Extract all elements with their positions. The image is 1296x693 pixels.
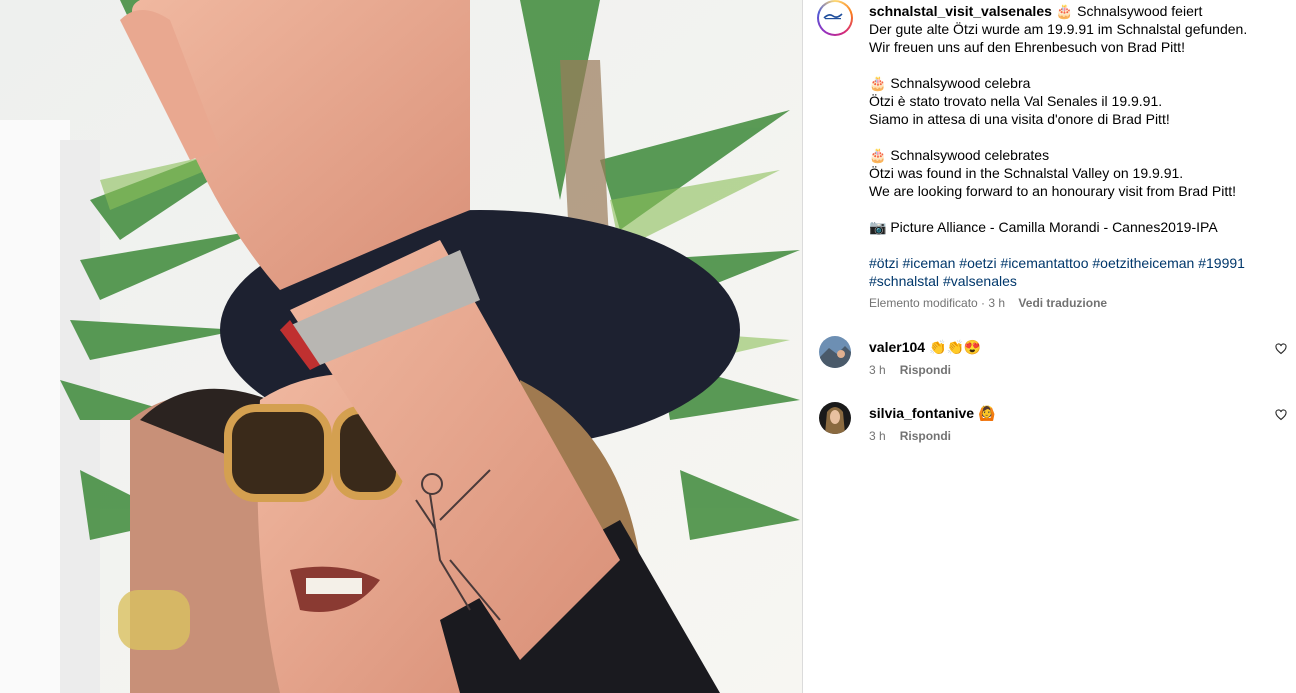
post-caption: schnalstal_visit_valsenales 🎂 Schnalsywo…	[869, 2, 1279, 290]
comment-username[interactable]: silvia_fontanive	[869, 405, 974, 421]
caption-line: Wir freuen uns auf den Ehrenbesuch von B…	[869, 39, 1185, 55]
comment-time: 3 h	[869, 429, 886, 443]
caption-line: Ötzi è stato trovato nella Val Senales i…	[869, 93, 1163, 109]
caption-line: We are looking forward to an honourary v…	[869, 183, 1237, 199]
caption-line: 🎂 Schnalsywood celebra	[869, 75, 1031, 91]
caption-line: Ötzi was found in the Schnalstal Valley …	[869, 165, 1184, 181]
heart-outline-icon[interactable]	[1275, 409, 1287, 421]
see-translation-button[interactable]: Vedi traduzione	[1018, 296, 1107, 310]
caption-line: Der gute alte Ötzi wurde am 19.9.91 im S…	[869, 21, 1248, 37]
heart-outline-icon[interactable]	[1275, 343, 1287, 355]
comment-item: valer104 👏👏😍 3 h Rispondi	[817, 336, 1287, 384]
hashtags-row: #schnalstal #valsenales	[869, 272, 1279, 290]
cake-emoji: 🎂	[1055, 3, 1074, 19]
comment-item: silvia_fontanive 🙆 3 h Rispondi	[817, 402, 1287, 450]
hashtag-link[interactable]: #oetzitheiceman	[1092, 255, 1194, 271]
author-avatar[interactable]	[817, 0, 853, 36]
avatar-landscape-icon	[819, 336, 851, 368]
author-username[interactable]: schnalstal_visit_valsenales	[869, 3, 1052, 19]
caption-line: 📷 Picture Alliance - Camilla Morandi - C…	[869, 219, 1218, 235]
post-image-illustration	[0, 0, 802, 693]
comment-time: 3 h	[869, 363, 886, 377]
comment-username[interactable]: valer104	[869, 339, 925, 355]
reply-button[interactable]: Rispondi	[900, 429, 951, 443]
edited-timestamp: Elemento modificato · 3 h	[869, 296, 1006, 310]
hashtag-link[interactable]: #19991	[1198, 255, 1245, 271]
instagram-post-view: schnalstal_visit_valsenales 🎂 Schnalsywo…	[0, 0, 1296, 693]
hashtag-link[interactable]: #iceman	[902, 255, 955, 271]
post-side-panel: schnalstal_visit_valsenales 🎂 Schnalsywo…	[803, 0, 1296, 693]
avatar-person-icon	[819, 402, 851, 434]
caption-line: Schnalsywood feiert	[1077, 3, 1203, 19]
commenter-avatar[interactable]	[819, 336, 851, 368]
commenter-avatar[interactable]	[819, 402, 851, 434]
hashtags-row: #ötzi #iceman #oetzi #icemantattoo #oetz…	[869, 254, 1279, 272]
reply-button[interactable]: Rispondi	[900, 363, 951, 377]
comment-text: 👏👏😍	[929, 339, 982, 355]
caption-line: Siamo in attesa di una visita d'onore di…	[869, 111, 1170, 127]
post-meta: Elemento modificato · 3 h Vedi traduzion…	[869, 296, 1107, 310]
hashtag-link[interactable]: #schnalstal	[869, 273, 939, 289]
hashtag-link[interactable]: #ötzi	[869, 255, 899, 271]
post-photo[interactable]	[0, 0, 802, 693]
hashtag-link[interactable]: #oetzi	[959, 255, 996, 271]
caption-line: 🎂 Schnalsywood celebrates	[869, 147, 1050, 163]
hashtag-link[interactable]: #icemantattoo	[1001, 255, 1089, 271]
hashtag-link[interactable]: #valsenales	[943, 273, 1017, 289]
brand-logo-icon	[823, 13, 843, 20]
comment-text: 🙆	[978, 405, 996, 421]
